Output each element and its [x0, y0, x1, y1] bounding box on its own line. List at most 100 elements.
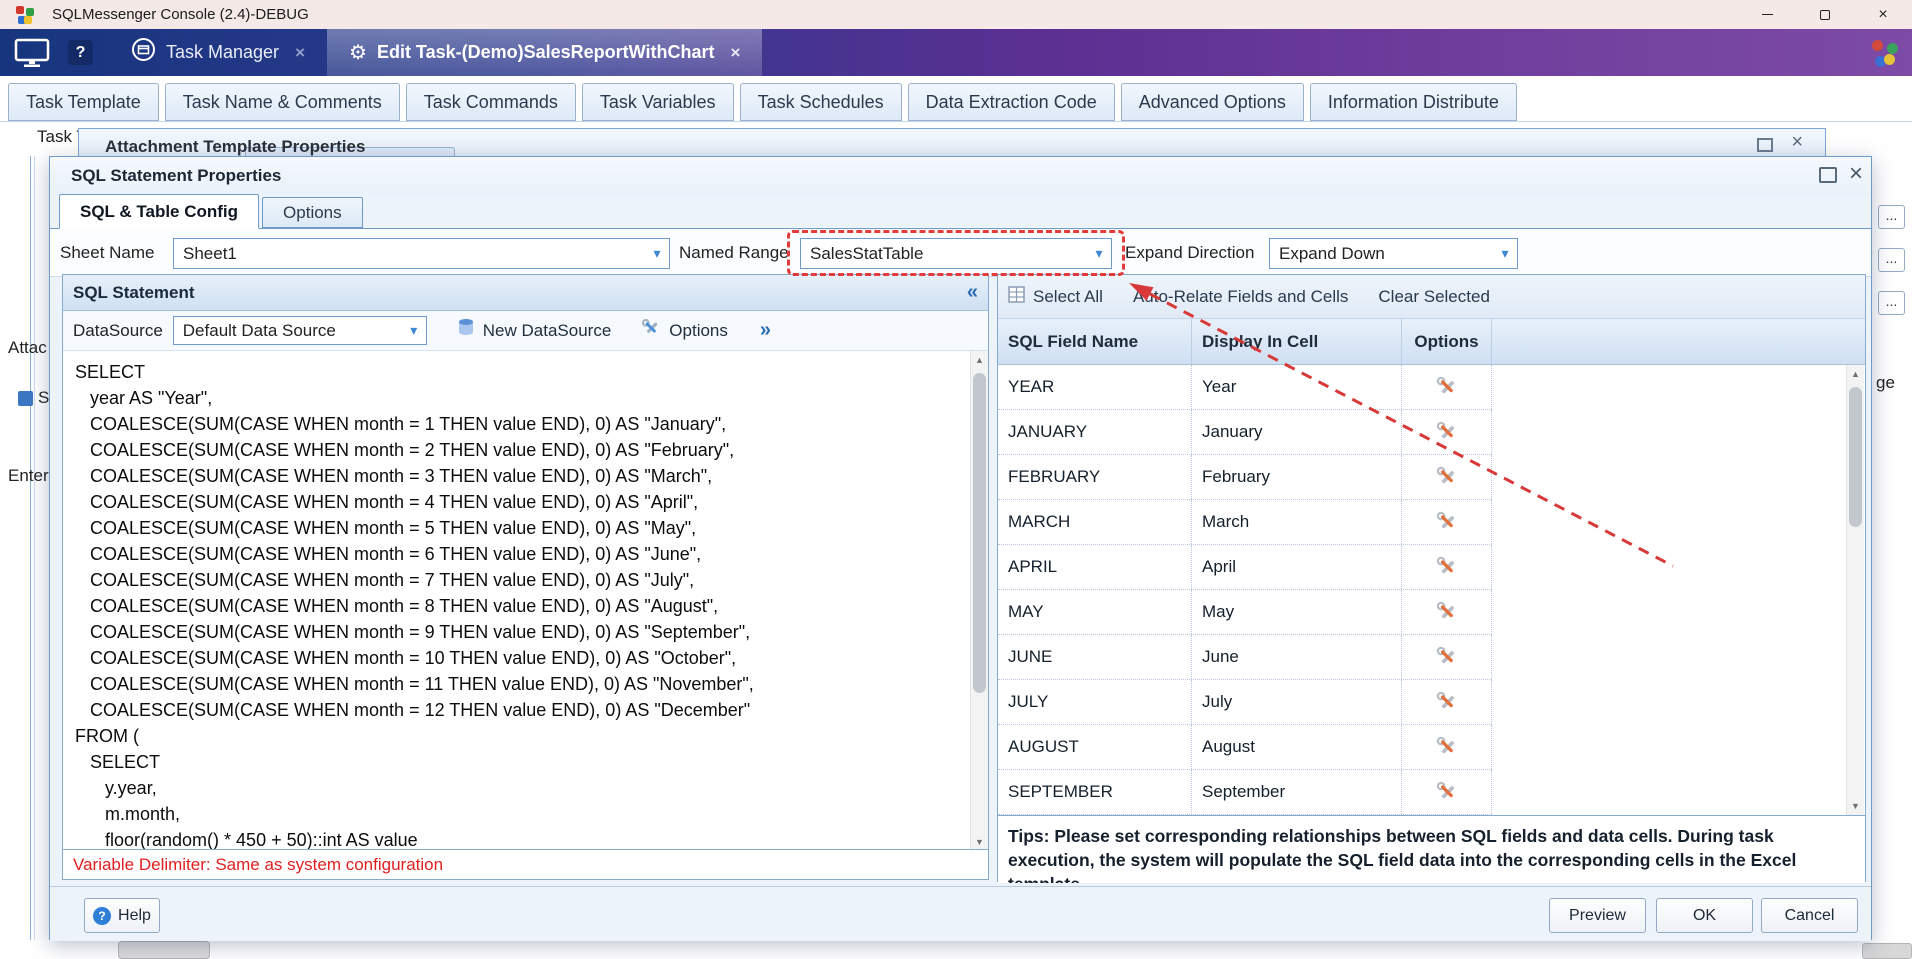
table-row[interactable]: JANUARY January [998, 410, 1492, 455]
preview-button[interactable]: Preview [1549, 898, 1646, 933]
table-row[interactable]: APRIL April [998, 545, 1492, 590]
row-options-cell[interactable] [1402, 365, 1492, 409]
scroll-down-icon[interactable]: ▼ [971, 834, 988, 850]
tools-icon [1436, 511, 1458, 533]
tools-icon [1436, 691, 1458, 713]
select-all-button[interactable]: Select All [1033, 287, 1103, 307]
main-tab[interactable]: Task Variables [582, 83, 734, 121]
monitor-icon[interactable] [14, 38, 50, 68]
table-row[interactable]: JUNE June [998, 635, 1492, 680]
tab-task-manager[interactable]: Task Manager × [115, 29, 321, 76]
close-icon[interactable]: × [1854, 0, 1912, 29]
scroll-down-icon[interactable]: ▼ [1847, 798, 1864, 814]
main-tab[interactable]: Task Commands [406, 83, 576, 121]
table-row[interactable]: MAY May [998, 590, 1492, 635]
table-row[interactable]: MARCH March [998, 500, 1492, 545]
sql-statement-panel-title: SQL Statement [73, 283, 195, 303]
browse-button: ... [1878, 248, 1905, 272]
sql-editor[interactable]: SELECT year AS "Year", COALESCE(SUM(CASE… [63, 351, 988, 851]
tips-text: Tips: Please set corresponding relations… [998, 815, 1865, 883]
help-button[interactable]: ? Help [84, 898, 160, 933]
close-tab-icon[interactable]: × [730, 43, 740, 63]
auto-relate-button[interactable]: Auto-Relate Fields and Cells [1133, 287, 1348, 307]
row-options-cell[interactable] [1402, 635, 1492, 679]
main-tab[interactable]: Task Template [8, 83, 159, 121]
help-icon[interactable]: ? [68, 40, 93, 65]
dialog-bottom-bar: ? Help Preview OK Cancel [50, 886, 1871, 941]
minimize-icon[interactable] [1738, 0, 1796, 29]
variable-delimiter-note: Variable Delimiter: Same as system confi… [63, 849, 988, 879]
tools-icon [1436, 601, 1458, 623]
row-options-cell[interactable] [1402, 500, 1492, 544]
main-tab[interactable]: Data Extraction Code [908, 83, 1115, 121]
scroll-up-icon[interactable]: ▲ [971, 352, 988, 368]
row-options-cell[interactable] [1402, 545, 1492, 589]
display-in-cell-cell: January [1192, 410, 1402, 454]
scroll-up-icon[interactable]: ▲ [1847, 366, 1864, 382]
options-button[interactable]: Options [669, 321, 728, 341]
named-range-label: Named Range [679, 229, 789, 277]
datasource-select[interactable]: Default Data Source ▾ [173, 316, 427, 345]
column-display-in-cell: Display In Cell [1192, 319, 1402, 364]
users-colored-icon[interactable] [1870, 38, 1900, 68]
column-options: Options [1402, 319, 1492, 364]
row-options-cell[interactable] [1402, 410, 1492, 454]
form-row: Sheet Name Sheet1 ▾ Named Range SalesSta… [50, 229, 1871, 277]
clear-selected-button[interactable]: Clear Selected [1378, 287, 1490, 307]
tab-edit-task-label: Edit Task-(Demo)SalesReportWithChart [377, 42, 715, 63]
cancel-button[interactable]: Cancel [1761, 898, 1858, 933]
chevron-down-icon[interactable]: ▾ [402, 322, 426, 339]
field-mapping-panel: Select All Auto-Relate Fields and Cells … [997, 274, 1866, 882]
sql-field-name-cell: JANUARY [998, 410, 1192, 454]
expand-direction-select[interactable]: Expand Down ▾ [1269, 238, 1518, 269]
close-icon[interactable]: × [1849, 160, 1863, 188]
tab-edit-task[interactable]: ⚙ Edit Task-(Demo)SalesReportWithChart × [327, 29, 762, 76]
new-datasource-button[interactable]: New DataSource [483, 321, 612, 341]
gear-icon: ⚙ [349, 40, 367, 65]
collapse-panel-icon[interactable]: « [967, 281, 978, 304]
mapping-table-scrollbar[interactable]: ▲ ▼ [1846, 365, 1864, 815]
main-tab[interactable]: Task Schedules [740, 83, 902, 121]
row-options-cell[interactable] [1402, 680, 1492, 724]
tools-icon [1436, 421, 1458, 443]
task-manager-icon [131, 37, 156, 68]
browse-button: ... [1878, 205, 1905, 229]
sql-field-name-cell: SEPTEMBER [998, 770, 1192, 814]
chevron-down-icon[interactable]: ▾ [1493, 245, 1517, 262]
scrollbar-thumb[interactable] [973, 373, 986, 693]
help-circle-icon: ? [93, 907, 111, 925]
more-tools-icon[interactable]: » [760, 319, 771, 342]
row-options-cell[interactable] [1402, 725, 1492, 769]
close-tab-icon[interactable]: × [295, 43, 305, 63]
sql-field-name-cell: YEAR [998, 365, 1192, 409]
row-options-cell[interactable] [1402, 590, 1492, 634]
tab-options[interactable]: Options [262, 197, 363, 228]
main-tab[interactable]: Advanced Options [1121, 83, 1304, 121]
datasource-label: DataSource [73, 321, 163, 341]
screen: SQLMessenger Console (2.4)-DEBUG × ? Tas… [0, 0, 1912, 959]
chevron-down-icon[interactable]: ▾ [1087, 245, 1111, 262]
maximize-icon[interactable] [1796, 0, 1854, 29]
tools-icon [1436, 646, 1458, 668]
row-options-cell[interactable] [1402, 455, 1492, 499]
main-tab[interactable]: Task Name & Comments [165, 83, 400, 121]
maximize-icon[interactable] [1819, 167, 1837, 183]
row-options-cell[interactable] [1402, 770, 1492, 814]
table-row[interactable]: AUGUST August [998, 725, 1492, 770]
ok-button[interactable]: OK [1656, 898, 1753, 933]
sql-editor-scrollbar[interactable]: ▲ ▼ [970, 351, 988, 851]
new-datasource-icon [457, 318, 475, 343]
maximize-icon[interactable] [1757, 138, 1773, 152]
close-icon[interactable]: × [1791, 131, 1803, 154]
table-row[interactable]: YEAR Year [998, 365, 1492, 410]
chevron-down-icon[interactable]: ▾ [645, 245, 669, 262]
tab-sql-table-config[interactable]: SQL & Table Config [59, 194, 259, 229]
table-row[interactable]: JULY July [998, 680, 1492, 725]
table-row[interactable]: SEPTEMBER September [998, 770, 1492, 815]
sql-field-name-cell: APRIL [998, 545, 1192, 589]
sheet-name-select[interactable]: Sheet1 ▾ [173, 238, 670, 269]
named-range-select[interactable]: SalesStatTable ▾ [800, 238, 1112, 269]
table-row[interactable]: FEBRUARY February [998, 455, 1492, 500]
scrollbar-thumb[interactable] [1849, 387, 1862, 527]
main-tab[interactable]: Information Distribute [1310, 83, 1517, 121]
